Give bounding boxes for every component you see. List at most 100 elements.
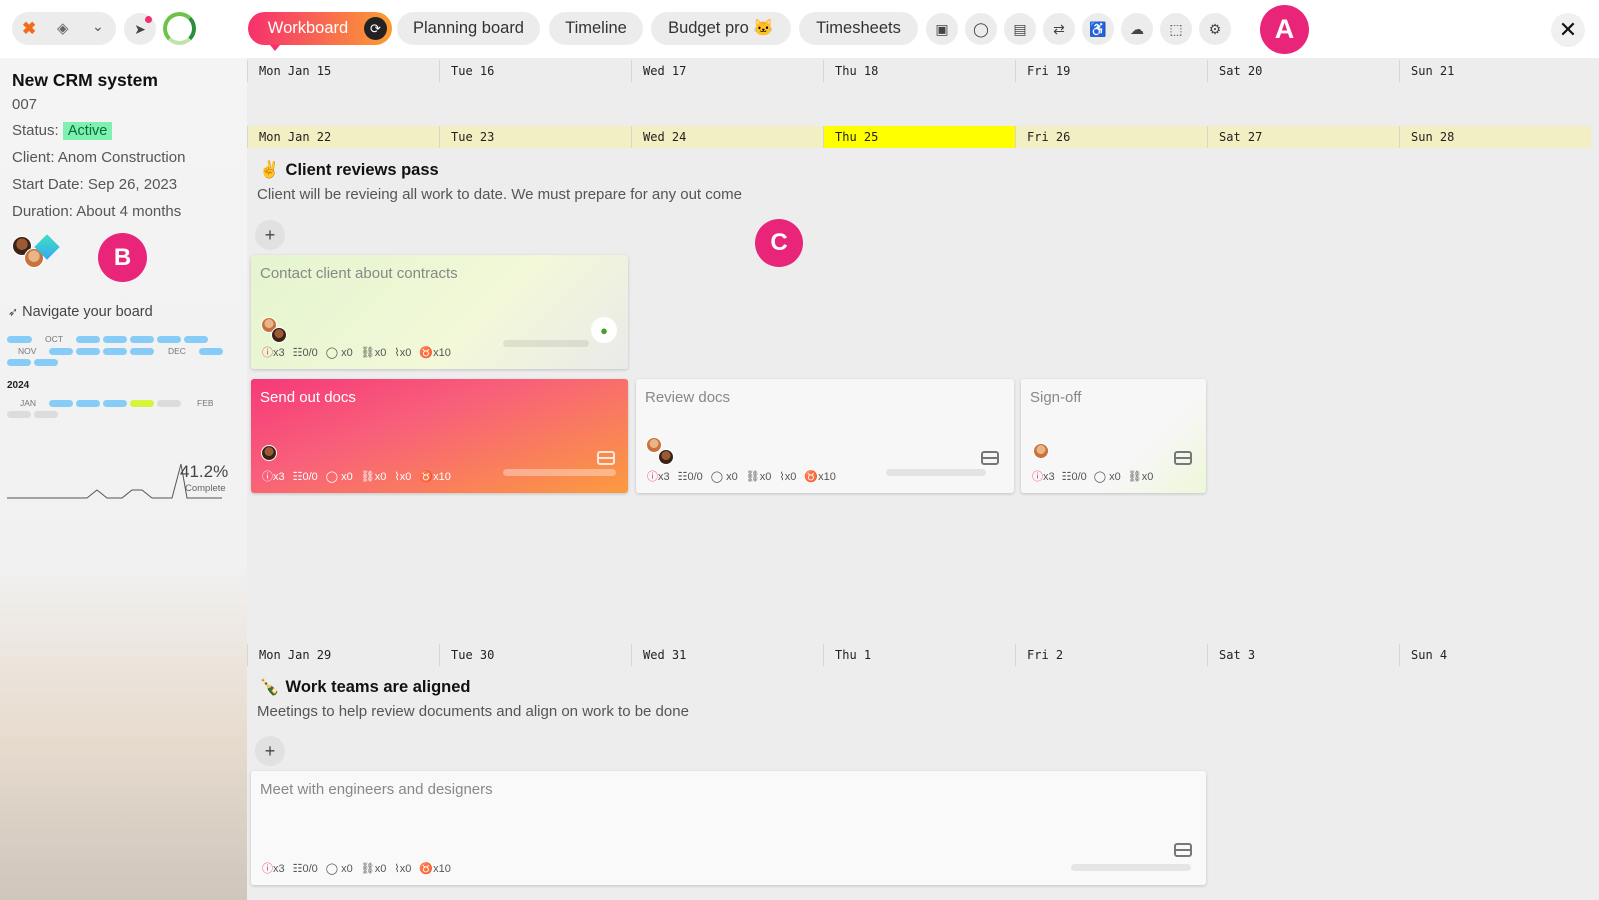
week-bar[interactable] — [157, 336, 181, 343]
project-sidebar: New CRM system 007 Status: Active Client… — [0, 58, 247, 900]
task-card-meta: ⓘx3 ☷0/0 ◯ x0 ⛓x0 ⌇x0 ♉x10 — [262, 468, 451, 484]
day-header[interactable]: Fri 2 — [1015, 644, 1207, 666]
week-bar[interactable] — [34, 359, 58, 366]
accessibility-button[interactable]: ♿ — [1082, 13, 1114, 45]
day-header[interactable]: Thu 18 — [823, 60, 1015, 82]
week-bar[interactable] — [103, 336, 127, 343]
attachment-count: ⌇x0 — [394, 346, 412, 359]
day-header[interactable]: Fri 26 — [1015, 126, 1207, 148]
task-card[interactable]: Contact client about contracts ⓘx3 ☷0/0 … — [251, 255, 628, 369]
week-bar[interactable] — [199, 348, 223, 355]
day-header[interactable]: Sat 20 — [1207, 60, 1399, 82]
select-area-button[interactable]: ⬚ — [1160, 13, 1192, 45]
sync-icon[interactable]: ⟳ — [364, 17, 387, 40]
card-menu-icon[interactable] — [1174, 451, 1192, 465]
day-header[interactable]: Tue 23 — [439, 126, 631, 148]
board-navigator[interactable]: OCT NOV DEC 2024 JAN FEB — [0, 328, 247, 428]
task-progress-bar — [1071, 864, 1191, 871]
week-bar[interactable] — [76, 348, 100, 355]
chevron-down-icon[interactable]: ⌄ — [92, 18, 104, 35]
task-card[interactable]: Review docs ⓘx3 ☷0/0 ◯ x0 ⛓x0 ⌇x0 ♉x10 — [636, 379, 1014, 493]
member-avatar-b[interactable]: B — [98, 233, 147, 282]
app-switcher[interactable]: ✖ ◈ ⌄ — [12, 12, 116, 45]
milestone-title[interactable]: ✌ Client reviews pass — [259, 161, 439, 180]
day-header[interactable]: Wed 17 — [631, 60, 823, 82]
month-label-jan: JAN — [20, 398, 37, 408]
tab-workboard[interactable]: Workboard ⟳ — [248, 12, 392, 51]
week-bar[interactable] — [103, 348, 127, 355]
document-button[interactable]: ▤ — [1004, 13, 1036, 45]
milestone-title-text: Client reviews pass — [285, 161, 439, 179]
current-week-bar[interactable] — [130, 400, 154, 407]
comment-count: ◯ x0 — [325, 862, 353, 875]
week-bar[interactable] — [103, 400, 127, 407]
week-bar[interactable] — [130, 348, 154, 355]
tab-budget-pro[interactable]: Budget pro 🐱 — [651, 12, 791, 45]
card-menu-icon[interactable] — [981, 451, 999, 465]
week-bar[interactable] — [7, 336, 32, 343]
day-header[interactable]: Mon Jan 15 — [247, 60, 439, 82]
layers-icon[interactable]: ◈ — [57, 19, 69, 37]
avatar — [1033, 443, 1049, 459]
presentation-button[interactable]: ▣ — [926, 13, 958, 45]
day-header[interactable]: Sun 21 — [1399, 60, 1591, 82]
tab-timeline[interactable]: Timeline — [549, 12, 643, 45]
milestone-title[interactable]: 🍾 Work teams are aligned — [259, 678, 470, 697]
tab-workboard-label: Workboard — [267, 19, 349, 37]
progress-ring-icon[interactable] — [163, 12, 196, 45]
add-card-button[interactable]: + — [255, 736, 285, 766]
day-header[interactable]: Mon Jan 22 — [247, 126, 439, 148]
week-bar[interactable] — [49, 348, 73, 355]
week-bar[interactable] — [34, 411, 58, 418]
week-bar[interactable] — [76, 400, 100, 407]
settings-button[interactable]: ⚙ — [1199, 13, 1231, 45]
week-bar[interactable] — [157, 400, 181, 407]
day-header[interactable]: Sun 28 — [1399, 126, 1591, 148]
tab-planning-board[interactable]: Planning board — [397, 12, 540, 45]
points-count: ♉x10 — [804, 470, 836, 483]
compare-button[interactable]: ⇄ — [1043, 13, 1075, 45]
comment-icon: ◯ — [325, 346, 342, 359]
tab-planning-board-label: Planning board — [412, 19, 524, 37]
week-bar[interactable] — [7, 359, 31, 366]
cloud-upload-button[interactable]: ☁ — [1121, 13, 1153, 45]
day-header[interactable]: Fri 19 — [1015, 60, 1207, 82]
alert-count: ⓘx3 — [1032, 471, 1055, 483]
day-header-today[interactable]: Thu 25 — [823, 126, 1015, 148]
close-button[interactable]: ✕ — [1551, 13, 1585, 47]
notification-dot — [145, 16, 152, 23]
day-header[interactable]: Tue 30 — [439, 644, 631, 666]
add-card-button[interactable]: + — [255, 220, 285, 250]
task-card-title: Meet with engineers and designers — [260, 781, 493, 798]
navigate-board-link[interactable]: ➶ Navigate your board — [8, 304, 153, 320]
week-bar[interactable] — [130, 336, 154, 343]
project-title: New CRM system — [12, 70, 158, 90]
month-label-nov: NOV — [18, 346, 37, 356]
day-header[interactable]: Mon Jan 29 — [247, 644, 439, 666]
day-header[interactable]: Wed 31 — [631, 644, 823, 666]
team-avatars[interactable] — [12, 234, 60, 272]
week-bar[interactable] — [76, 336, 100, 343]
task-card[interactable]: Sign-off ⓘx3 ☷0/0 ◯ x0 ⛓x0 — [1021, 379, 1206, 493]
comment-count: ◯ x0 — [1093, 470, 1121, 483]
week-bar[interactable] — [49, 400, 73, 407]
send-notification-button[interactable]: ➤ — [124, 13, 156, 45]
task-card[interactable]: Meet with engineers and designers ⓘx3 ☷0… — [251, 771, 1206, 885]
tab-timesheets[interactable]: Timesheets — [799, 12, 918, 45]
day-header[interactable]: Wed 24 — [631, 126, 823, 148]
day-header[interactable]: Sat 27 — [1207, 126, 1399, 148]
day-header[interactable]: Tue 16 — [439, 60, 631, 82]
task-card[interactable]: Send out docs ⓘx3 ☷0/0 ◯ x0 ⛓x0 ⌇x0 ♉x10 — [251, 379, 628, 493]
week-bar[interactable] — [7, 411, 31, 418]
day-header[interactable]: Sun 4 — [1399, 644, 1591, 666]
user-avatar[interactable]: A — [1260, 5, 1309, 54]
day-header[interactable]: Sat 3 — [1207, 644, 1399, 666]
project-duration: Duration: About 4 months — [12, 203, 182, 220]
card-menu-icon[interactable] — [597, 451, 615, 465]
day-header[interactable]: Thu 1 — [823, 644, 1015, 666]
card-menu-icon[interactable] — [1174, 843, 1192, 857]
avocado-icon[interactable]: ● — [591, 317, 617, 343]
week-bar[interactable] — [184, 336, 208, 343]
alert-count: ⓘx3 — [647, 471, 670, 483]
chat-button[interactable]: ◯ — [965, 13, 997, 45]
